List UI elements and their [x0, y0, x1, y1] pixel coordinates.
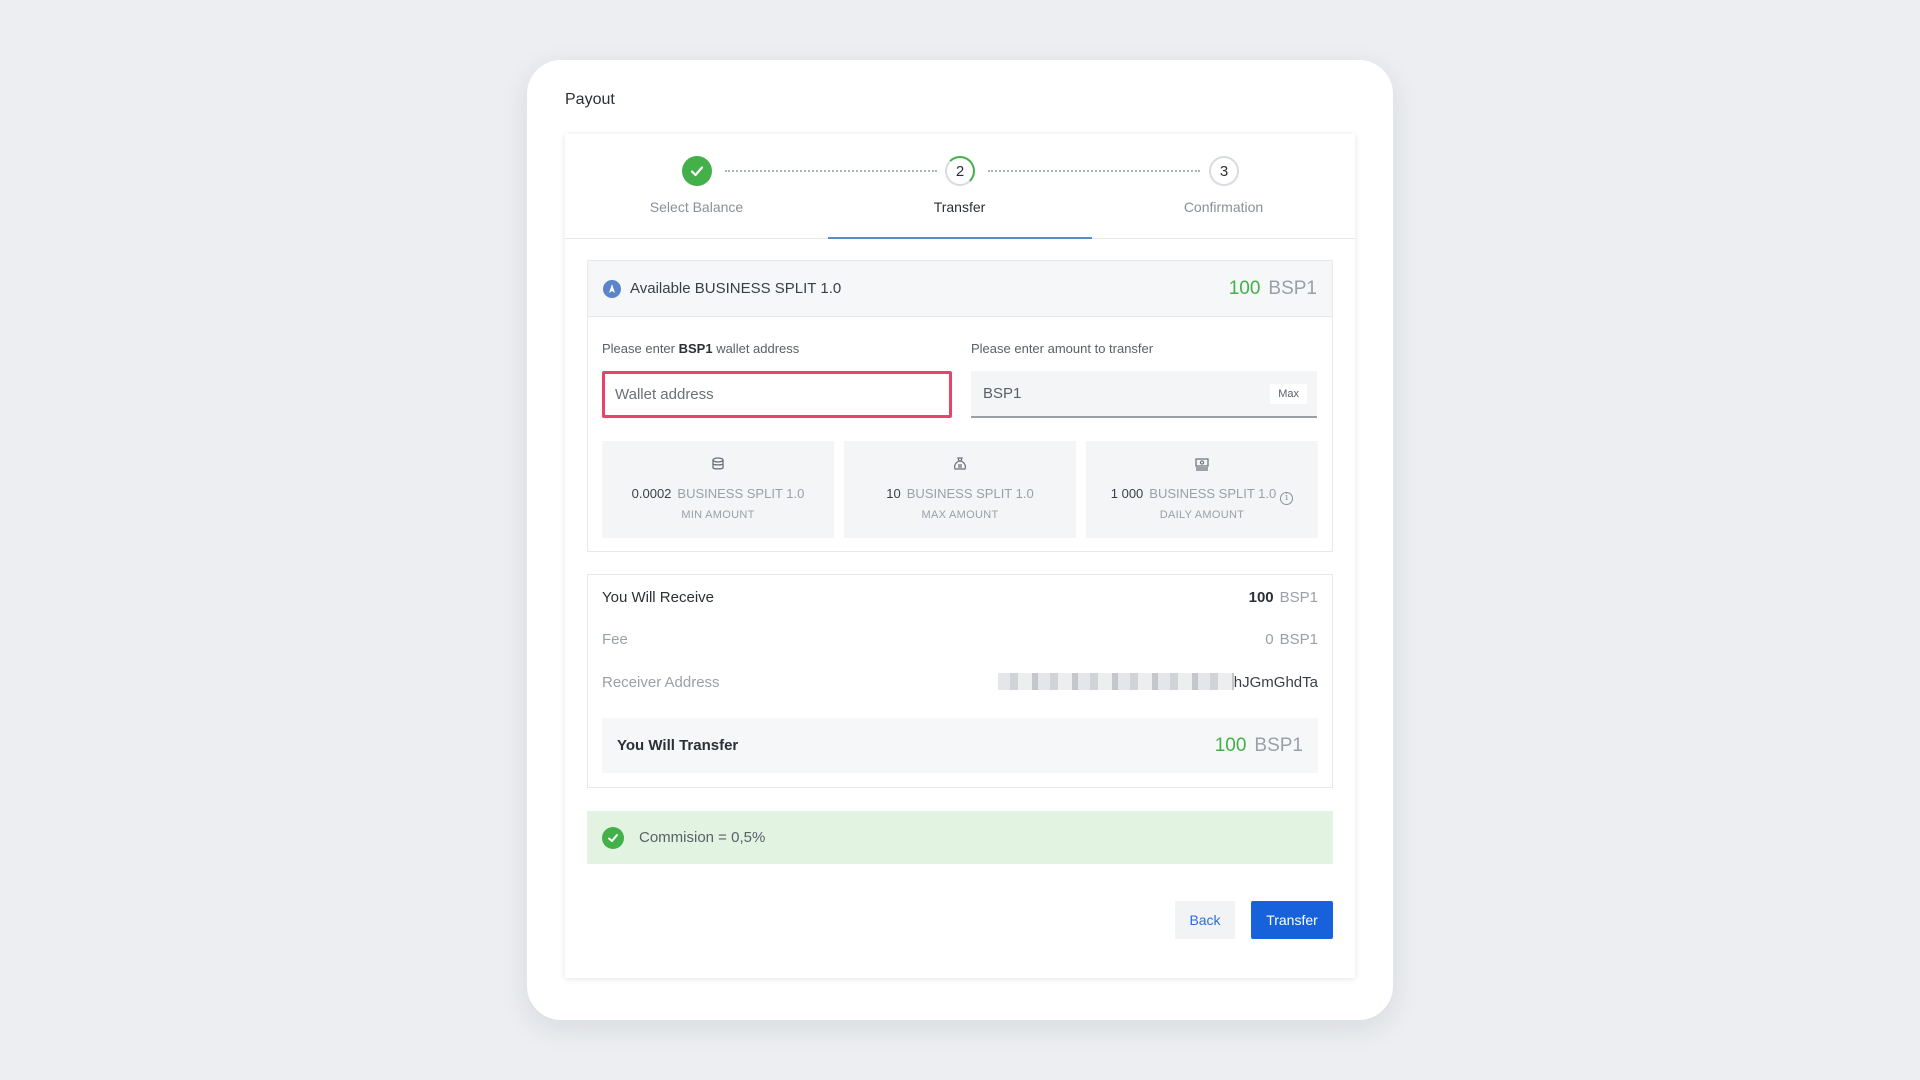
limit-caption: DAILY AMOUNT	[1159, 509, 1245, 521]
wallet-address-label: Please enter BSP1 wallet address	[602, 341, 799, 356]
page-title: Payout	[565, 91, 615, 108]
redacted-address	[997, 673, 1234, 690]
wallet-address-input[interactable]	[602, 371, 952, 418]
limit-value: 0.0002 BUSINESS SPLIT 1.0	[602, 486, 834, 501]
address-tail: hJGmGhdTa	[1233, 674, 1318, 691]
label-currency: BSP1	[678, 341, 713, 356]
back-button[interactable]: Back	[1175, 901, 1235, 939]
payout-card: Payout Select Balance 2 Transfer 3 Confi…	[527, 60, 1393, 1020]
amount-label: Please enter amount to transfer	[971, 341, 1154, 356]
receive-value: 100 BSP1	[1249, 589, 1318, 606]
limit-value: 1 000 BUSINESS SPLIT 1.0 i	[1086, 486, 1318, 505]
info-icon[interactable]: i	[1280, 492, 1294, 505]
fee-value: 0 BSP1	[1265, 631, 1318, 648]
limit-value: 10 BUSINESS SPLIT 1.0	[844, 486, 1076, 501]
active-step-indicator	[828, 237, 1092, 239]
summary-panel: You Will Receive 100 BSP1 Fee 0 BSP1 Recei…	[587, 574, 1333, 788]
receive-unit: BSP1	[1279, 589, 1318, 606]
receiver-address-value: hJGmGhdTa	[997, 673, 1318, 691]
max-button[interactable]: Max	[1270, 383, 1307, 404]
step-confirmation[interactable]: 3 Confirmation	[1092, 134, 1355, 239]
limit-currency: BUSINESS SPLIT 1.0	[906, 486, 1034, 501]
balance-panel: Available BUSINESS SPLIT 1.0 100 BSP1 Pl…	[587, 260, 1333, 552]
transfer-total-label: You Will Transfer	[617, 737, 739, 754]
transfer-total: You Will Transfer 100 BSP1	[602, 718, 1318, 773]
stepper: Select Balance 2 Transfer 3 Confirmation	[565, 134, 1355, 239]
daily-amount-box: 1 000 BUSINESS SPLIT 1.0 i DAILY AMOUNT	[1086, 441, 1318, 538]
coin-icon	[603, 279, 621, 298]
balance-header: Available BUSINESS SPLIT 1.0 100 BSP1	[588, 261, 1332, 317]
label-suffix: wallet address	[712, 341, 800, 356]
amount-field: Max	[971, 371, 1317, 418]
fee-row: Fee 0 BSP1	[602, 631, 1318, 648]
fee-label: Fee	[602, 631, 628, 648]
step-label: Select Balance	[649, 199, 744, 215]
commission-notice: Commision = 0,5%	[587, 811, 1333, 864]
balance-title: Available BUSINESS SPLIT 1.0	[630, 280, 842, 297]
step-transfer[interactable]: 2 Transfer	[828, 134, 1091, 239]
max-amount-box: 10 BUSINESS SPLIT 1.0 MAX AMOUNT	[844, 441, 1076, 538]
step-label: Confirmation	[1183, 199, 1264, 215]
database-icon	[712, 457, 724, 470]
transfer-button[interactable]: Transfer	[1251, 901, 1333, 939]
transfer-total-amount: 100	[1214, 734, 1247, 756]
limit-caption: MIN AMOUNT	[681, 509, 755, 521]
limit-number: 0.0002	[631, 486, 672, 501]
receiver-address-label: Receiver Address	[602, 673, 720, 691]
payout-form-card: Select Balance 2 Transfer 3 Confirmation…	[565, 134, 1355, 978]
commission-text: Commision = 0,5%	[639, 829, 766, 846]
fee-amount: 0	[1265, 631, 1274, 648]
transfer-total-unit: BSP1	[1254, 734, 1303, 756]
balance-unit: BSP1	[1268, 277, 1317, 299]
step-label: Transfer	[933, 199, 986, 215]
receive-amount: 100	[1248, 589, 1274, 606]
limit-number: 1 000	[1110, 486, 1144, 501]
label-prefix: Please enter	[602, 341, 679, 356]
fee-unit: BSP1	[1279, 631, 1318, 648]
check-circle-icon	[602, 826, 624, 849]
min-amount-box: 0.0002 BUSINESS SPLIT 1.0 MIN AMOUNT	[602, 441, 834, 538]
receiver-address-row: Receiver Address hJGmGhdTa	[602, 673, 1318, 691]
check-icon	[682, 156, 712, 186]
step-number: 3	[1209, 156, 1239, 186]
limit-caption: MAX AMOUNT	[921, 509, 999, 521]
cash-stack-icon	[1195, 458, 1209, 471]
amount-input[interactable]	[983, 385, 1271, 402]
receive-label: You Will Receive	[602, 589, 714, 606]
step-number: 2	[945, 156, 975, 186]
receive-row: You Will Receive 100 BSP1	[602, 589, 1318, 606]
money-bag-icon	[954, 457, 966, 470]
balance-amount: 100	[1228, 277, 1261, 299]
step-select-balance[interactable]: Select Balance	[565, 134, 828, 239]
limit-currency: BUSINESS SPLIT 1.0	[677, 486, 805, 501]
limit-number: 10	[886, 486, 901, 501]
limit-currency: BUSINESS SPLIT 1.0	[1149, 486, 1277, 501]
